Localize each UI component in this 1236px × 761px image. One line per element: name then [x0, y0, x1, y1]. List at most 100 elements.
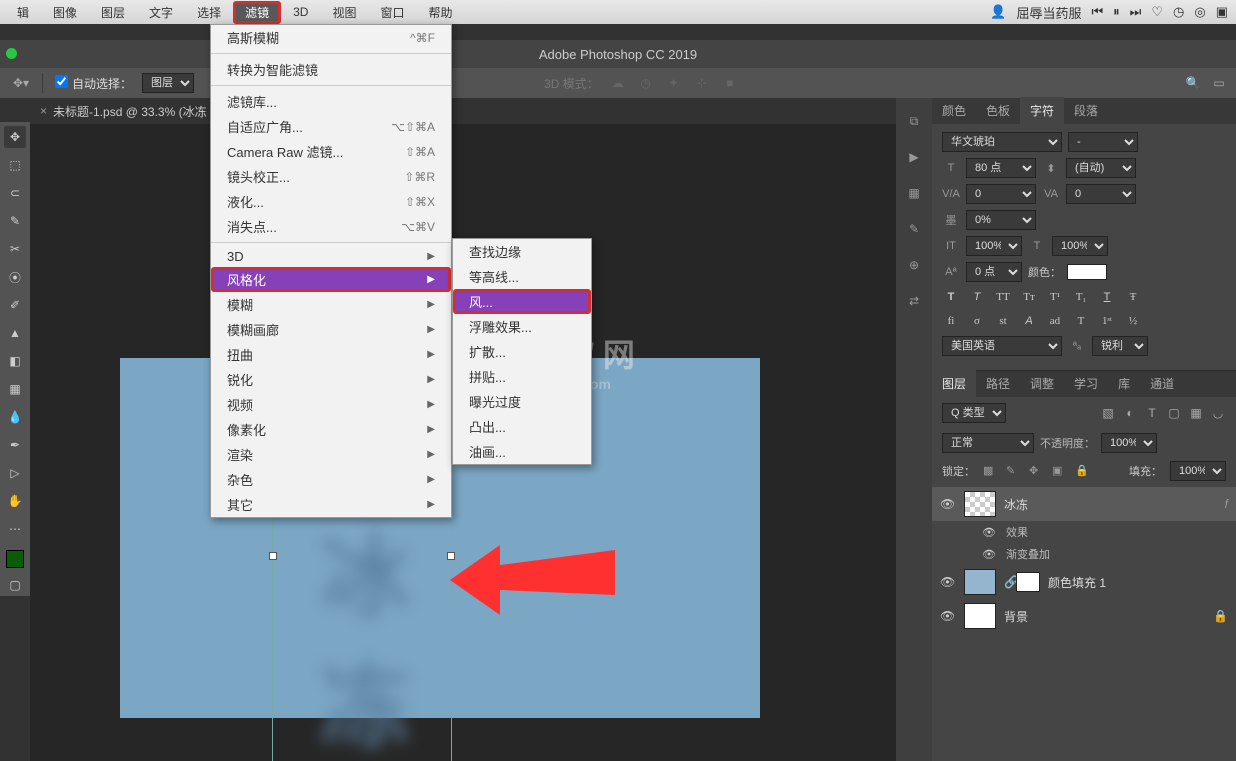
stylize-extrude[interactable]: 凸出... — [453, 414, 591, 439]
kerning[interactable]: 0 — [966, 184, 1036, 204]
stylize-wind[interactable]: 风... — [453, 289, 591, 314]
stylize-emboss[interactable]: 浮雕效果... — [453, 314, 591, 339]
layer-item-2[interactable]: 👁 背景 🔒 — [932, 599, 1236, 633]
leading[interactable]: (自动) — [1066, 158, 1136, 178]
stylize-diffuse[interactable]: 扩散... — [453, 339, 591, 364]
move-tool-icon[interactable]: ✥▾ — [12, 74, 30, 92]
swash-button[interactable]: A — [1020, 312, 1038, 330]
filter-sharpen[interactable]: 锐化▶ — [211, 367, 451, 392]
eyedropper-tool[interactable]: ⦿ — [4, 266, 26, 288]
filter-toggle-icon[interactable]: ◡ — [1210, 405, 1226, 421]
tab-character[interactable]: 字符 — [1020, 97, 1064, 124]
tray-icon[interactable]: ▣ — [1216, 4, 1228, 20]
contextual-button[interactable]: T — [1072, 312, 1090, 330]
tab-channels[interactable]: 通道 — [1140, 370, 1184, 397]
filter-shape-icon[interactable]: ▢ — [1166, 405, 1182, 421]
pen-tool[interactable]: ✒ — [4, 434, 26, 456]
titling-button[interactable]: ad — [1046, 312, 1064, 330]
visibility-icon[interactable]: 👁 — [982, 548, 998, 561]
strike-button[interactable]: Ŧ — [1124, 288, 1142, 306]
gradient-tool[interactable]: ▦ — [4, 378, 26, 400]
filter-last[interactable]: 高斯模糊^⌘F — [211, 25, 451, 50]
filter-type-icon[interactable]: T — [1144, 405, 1160, 421]
3d-icon-3[interactable]: ✦ — [665, 74, 683, 92]
superscript-button[interactable]: T¹ — [1046, 288, 1064, 306]
heart-icon[interactable]: ♡ — [1151, 4, 1163, 20]
lock-move-icon[interactable]: ✥ — [1029, 464, 1044, 479]
filter-video[interactable]: 视频▶ — [211, 392, 451, 417]
filter-camera[interactable]: Camera Raw 滤镜...⇧⌘A — [211, 139, 451, 164]
stylize-oil[interactable]: 油画... — [453, 439, 591, 464]
crop-tool[interactable]: ✂ — [4, 238, 26, 260]
sync-icon[interactable]: ◷ — [1173, 4, 1184, 20]
fill[interactable]: 100% — [1170, 461, 1226, 481]
text-color-swatch[interactable] — [1067, 264, 1107, 280]
filter-adaptive[interactable]: 自适应广角...⌥⇧⌘A — [211, 114, 451, 139]
tab-swatch[interactable]: 色板 — [976, 97, 1020, 124]
wand-tool[interactable]: ✎ — [4, 210, 26, 232]
bold-button[interactable]: T — [942, 288, 960, 306]
layer-item-0[interactable]: 👁 冰冻 f — [932, 487, 1236, 521]
icon-swatches[interactable]: ▦ — [904, 184, 924, 202]
tab-color[interactable]: 颜色 — [932, 97, 976, 124]
half-button[interactable]: ½ — [1124, 312, 1142, 330]
filter-stylize[interactable]: 风格化▶ — [211, 267, 451, 292]
eraser-tool[interactable]: ◧ — [4, 350, 26, 372]
filter-3d[interactable]: 3D▶ — [211, 246, 451, 267]
layer-filter-kind[interactable]: Q 类型 — [942, 403, 1006, 423]
visibility-icon[interactable]: 👁 — [982, 526, 998, 539]
more-tools[interactable]: ⋯ — [4, 518, 26, 540]
icon-play[interactable]: ▶ — [904, 148, 924, 166]
tab-adjust[interactable]: 调整 — [1020, 370, 1064, 397]
fi-button[interactable]: fi — [942, 312, 960, 330]
search-icon[interactable]: 🔍 — [1184, 74, 1202, 92]
visibility-icon[interactable]: 👁 — [940, 575, 956, 589]
stylize-tiles[interactable]: 拼贴... — [453, 364, 591, 389]
cc-icon[interactable]: ◎ — [1194, 4, 1205, 20]
filter-smart-icon[interactable]: ▦ — [1188, 405, 1204, 421]
lasso-tool[interactable]: ⊂ — [4, 182, 26, 204]
layer-thumb[interactable] — [964, 491, 996, 517]
move-tool[interactable]: ✥ — [4, 126, 26, 148]
subscript-button[interactable]: T₁ — [1072, 288, 1090, 306]
mask-thumb[interactable] — [1016, 572, 1040, 592]
blur-tool[interactable]: 💧 — [4, 406, 26, 428]
auto-select[interactable]: 自动选择： — [55, 75, 132, 92]
stylize-contour[interactable]: 等高线... — [453, 264, 591, 289]
visibility-icon[interactable]: 👁 — [940, 497, 956, 511]
icon-history[interactable]: ⧉ — [904, 112, 924, 130]
filter-gallery[interactable]: 滤镜库... — [211, 89, 451, 114]
st-button[interactable]: st — [994, 312, 1012, 330]
layer-thumb[interactable] — [964, 603, 996, 629]
fraction-button[interactable]: 1ˢᵗ — [1098, 312, 1116, 330]
tab-paragraph[interactable]: 段落 — [1064, 97, 1108, 124]
tab-paths[interactable]: 路径 — [976, 370, 1020, 397]
menu-view[interactable]: 视图 — [320, 1, 368, 24]
font-family[interactable]: 华文琥珀 — [942, 132, 1062, 152]
3d-icon-1[interactable]: ☁ — [609, 74, 627, 92]
antialias[interactable]: 锐利 — [1092, 336, 1148, 356]
allcaps-button[interactable]: TT — [994, 288, 1012, 306]
lock-position-icon[interactable]: ✎ — [1006, 464, 1021, 479]
filter-pixelate[interactable]: 像素化▶ — [211, 417, 451, 442]
visibility-icon[interactable]: 👁 — [940, 609, 956, 623]
menu-image[interactable]: 图像 — [41, 1, 89, 24]
menu-filter[interactable]: 滤镜 — [233, 1, 281, 24]
blend-mode[interactable]: 正常 — [942, 433, 1034, 453]
layer-name[interactable]: 颜色填充 1 — [1048, 574, 1106, 591]
filter-lens[interactable]: 镜头校正...⇧⌘R — [211, 164, 451, 189]
path-tool[interactable]: ▷ — [4, 462, 26, 484]
document-tab[interactable]: × 未标题-1.psd @ 33.3% (冰冻 — [30, 98, 207, 124]
tab-learn[interactable]: 学习 — [1064, 370, 1108, 397]
3d-icon-5[interactable]: ■ — [721, 74, 739, 92]
ordinal-button[interactable]: σ — [968, 312, 986, 330]
vscale[interactable]: 100% — [966, 236, 1022, 256]
menu-help[interactable]: 帮助 — [416, 1, 464, 24]
language[interactable]: 美国英语 — [942, 336, 1062, 356]
layer-item-1[interactable]: 👁 🔗 颜色填充 1 — [932, 565, 1236, 599]
filter-vanish[interactable]: 消失点...⌥⌘V — [211, 214, 451, 239]
italic-button[interactable]: T — [968, 288, 986, 306]
tracking[interactable]: 0 — [1066, 184, 1136, 204]
foreground-color[interactable] — [6, 550, 24, 568]
menu-window[interactable]: 窗口 — [368, 1, 416, 24]
